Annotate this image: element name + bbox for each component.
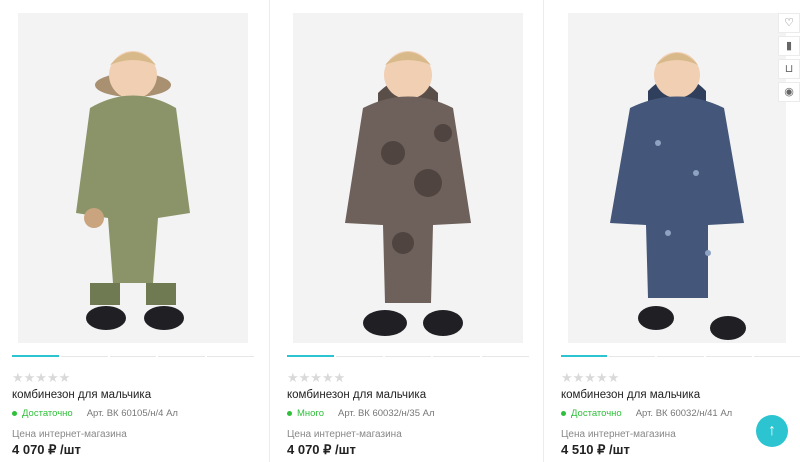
product-meta: Достаточно Арт. ВК 60105/н/4 Ал [12,408,178,419]
stock-status: Достаточно [571,408,622,419]
slider-segment[interactable] [609,356,656,357]
slider-segment[interactable] [482,356,529,357]
article-number: Арт. ВК 60105/н/4 Ал [86,408,178,419]
product-card[interactable]: ♡ ▮ ⊔ ◉ ★★★★★ комбинезон для мальчика До… [561,0,800,462]
product-meta: Достаточно Арт. ВК 60032/н/41 Ал [561,408,732,419]
stock-dot-icon [12,411,17,416]
price-label: Цена интернет-магазина [12,429,127,440]
product-title[interactable]: комбинезон для мальчика [287,389,426,401]
stock-status: Достаточно [22,408,73,419]
product-card[interactable]: ★★★★★ комбинезон для мальчика Много Арт.… [287,0,549,462]
kid-snowsuit-illustration [293,13,523,343]
rating-stars[interactable]: ★★★★★ [561,370,619,386]
stock-status: Много [297,408,324,419]
kid-snowsuit-illustration [18,13,248,343]
photo-slider[interactable] [12,355,254,357]
card-actions: ♡ ▮ ⊔ ◉ [778,13,800,102]
rating-stars[interactable]: ★★★★★ [287,370,345,386]
stock-dot-icon [287,411,292,416]
slider-segment[interactable] [753,356,800,357]
slider-segment[interactable] [705,356,752,357]
price-label: Цена интернет-магазина [561,429,676,440]
product-photo[interactable] [18,13,248,343]
arrow-up-icon: ↑ [768,422,776,439]
slider-segment[interactable] [158,356,206,357]
eye-icon[interactable]: ◉ [778,82,800,102]
heart-icon[interactable]: ♡ [778,13,800,33]
product-title[interactable]: комбинезон для мальчика [12,389,151,401]
compare-icon[interactable]: ▮ [778,36,800,56]
price: 4 510 ₽ /шт [561,442,630,457]
scroll-up-button[interactable]: ↑ [756,415,788,447]
slider-segment[interactable] [384,356,432,357]
product-card[interactable]: ★★★★★ комбинезон для мальчика Достаточно… [12,0,274,462]
kid-snowsuit-illustration [568,13,786,343]
slider-segment[interactable] [335,356,383,357]
price: 4 070 ₽ /шт [287,442,356,457]
product-grid: ★★★★★ комбинезон для мальчика Достаточно… [0,0,800,462]
product-meta: Много Арт. ВК 60032/н/35 Ал [287,408,435,419]
slider-segment[interactable] [12,355,59,357]
slider-segment[interactable] [657,356,704,357]
price: 4 070 ₽ /шт [12,442,81,457]
product-title[interactable]: комбинезон для мальчика [561,389,700,401]
slider-segment[interactable] [109,356,157,357]
slider-segment[interactable] [60,356,108,357]
basket-icon[interactable]: ⊔ [778,59,800,79]
article-number: Арт. ВК 60032/н/35 Ал [337,408,435,419]
price-label: Цена интернет-магазина [287,429,402,440]
slider-segment[interactable] [433,356,481,357]
photo-slider[interactable] [287,355,529,357]
article-number: Арт. ВК 60032/н/41 Ал [635,408,733,419]
product-photo[interactable] [568,13,786,343]
slider-segment[interactable] [287,355,334,357]
rating-stars[interactable]: ★★★★★ [12,370,70,386]
product-photo[interactable] [293,13,523,343]
photo-slider[interactable] [561,355,800,357]
slider-segment[interactable] [207,356,254,357]
stock-dot-icon [561,411,566,416]
slider-segment[interactable] [561,355,608,357]
